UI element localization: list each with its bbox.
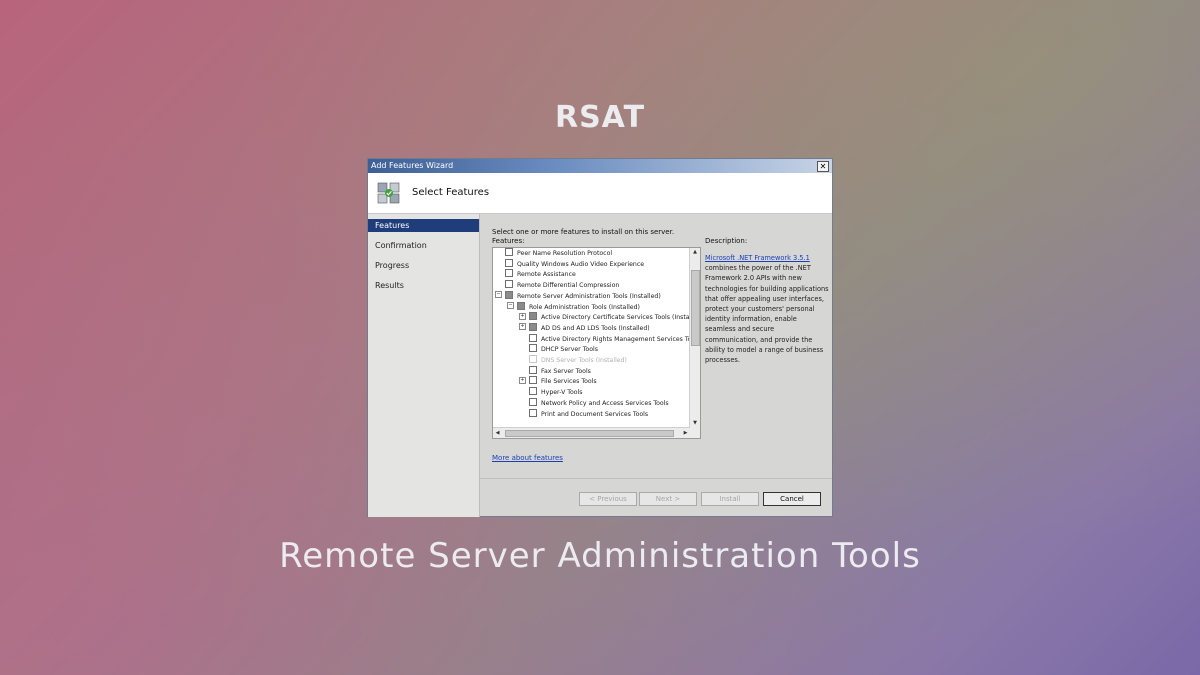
description-text: Microsoft .NET Framework 3.5.1 combines …	[705, 253, 829, 365]
expand-icon[interactable]: +	[519, 323, 526, 331]
feature-label: Remote Differential Compression	[517, 282, 620, 290]
feature-tree-item[interactable]: Active Directory Rights Management Servi…	[519, 333, 701, 345]
features-label: Features:	[492, 237, 525, 245]
feature-checkbox[interactable]	[529, 408, 537, 417]
feature-tree-item[interactable]: DHCP Server Tools	[519, 344, 598, 355]
feature-checkbox[interactable]	[529, 344, 537, 353]
feature-label: Remote Server Administration Tools (Inst…	[517, 292, 661, 300]
description-body: combines the power of the .NET Framework…	[705, 264, 829, 365]
scroll-left-icon[interactable]: ◀	[493, 428, 502, 438]
feature-label: Remote Assistance	[517, 271, 576, 279]
feature-label: File Services Tools	[541, 378, 597, 386]
feature-checkbox[interactable]	[529, 365, 537, 374]
feature-label: Network Policy and Access Services Tools	[541, 399, 669, 407]
feature-label: Print and Document Services Tools	[541, 410, 649, 418]
feature-checkbox[interactable]	[505, 280, 513, 289]
cancel-button[interactable]: Cancel	[763, 492, 821, 506]
feature-checkbox[interactable]	[529, 387, 537, 396]
feature-checkbox[interactable]	[529, 322, 537, 331]
collapse-icon[interactable]: −	[507, 302, 514, 309]
close-button[interactable]: ✕	[817, 161, 829, 172]
footer-divider	[480, 478, 832, 479]
horizontal-scrollbar[interactable]: ◀ ▶	[493, 427, 690, 438]
nav-item-progress[interactable]: Progress	[368, 259, 479, 272]
nav-item-results[interactable]: Results	[368, 279, 479, 292]
feature-label: DNS Server Tools (Installed)	[541, 357, 627, 364]
feature-tree-item[interactable]: DNS Server Tools (Installed)	[519, 355, 627, 366]
feature-tree-item[interactable]: + Active Directory Certificate Services T…	[519, 312, 701, 323]
wizard-content: Select one or more features to install o…	[480, 214, 832, 517]
nav-item-features[interactable]: Features	[368, 219, 479, 232]
feature-tree-item[interactable]: Hyper-V Tools	[519, 387, 583, 398]
feature-checkbox[interactable]	[529, 333, 537, 342]
horizontal-scroll-thumb[interactable]	[505, 430, 674, 437]
feature-tree-item[interactable]: Print and Document Services Tools	[519, 408, 649, 420]
feature-label: AD DS and AD LDS Tools (Installed)	[541, 324, 650, 332]
feature-tree-item[interactable]: Network Policy and Access Services Tools	[519, 397, 669, 409]
page-title: Select Features	[412, 187, 490, 198]
dotnet-framework-link[interactable]: Microsoft .NET Framework 3.5.1	[705, 254, 810, 262]
next-button[interactable]: Next >	[639, 492, 697, 506]
feature-tree-item[interactable]: Quality Windows Audio Video Experience	[495, 258, 645, 270]
feature-checkbox[interactable]	[517, 301, 525, 310]
feature-label: Active Directory Rights Management Servi…	[541, 335, 701, 343]
feature-checkbox[interactable]	[529, 397, 537, 406]
vertical-scrollbar[interactable]: ▲ ▼	[689, 248, 700, 438]
feature-label: Peer Name Resolution Protocol	[517, 250, 613, 257]
more-about-features-link[interactable]: More about features	[492, 454, 563, 462]
previous-button[interactable]: < Previous	[579, 492, 637, 506]
feature-label: Hyper-V Tools	[541, 389, 583, 397]
features-wizard-icon	[377, 182, 400, 204]
feature-label: Quality Windows Audio Video Experience	[517, 260, 645, 268]
feature-checkbox[interactable]	[505, 290, 513, 299]
feature-tree-item[interactable]: − Role Administration Tools (Installed)	[507, 301, 640, 313]
expand-icon[interactable]: +	[519, 376, 526, 384]
instruction-text: Select one or more features to install o…	[492, 228, 675, 236]
feature-tree-item[interactable]: Fax Server Tools	[519, 365, 591, 377]
feature-label: Role Administration Tools (Installed)	[529, 303, 640, 311]
feature-checkbox[interactable]	[529, 312, 537, 321]
feature-checkbox	[529, 355, 537, 363]
feature-tree-item[interactable]: Remote Assistance	[495, 269, 576, 280]
feature-checkbox[interactable]	[529, 376, 537, 385]
feature-label: DHCP Server Tools	[541, 346, 598, 354]
nav-item-confirmation[interactable]: Confirmation	[368, 239, 479, 252]
collapse-icon[interactable]: −	[495, 291, 502, 299]
feature-tree-item[interactable]: Remote Differential Compression	[495, 280, 620, 291]
feature-tree-item[interactable]: Peer Name Resolution Protocol	[495, 248, 613, 259]
rsat-title: RSAT	[554, 100, 646, 135]
install-button[interactable]: Install	[701, 492, 759, 506]
feature-label: Fax Server Tools	[541, 367, 591, 375]
feature-checkbox[interactable]	[505, 258, 513, 267]
feature-checkbox[interactable]	[505, 269, 513, 278]
feature-tree-item[interactable]: + File Services Tools	[519, 376, 597, 387]
scroll-right-icon[interactable]: ▶	[681, 428, 690, 438]
title-bar[interactable]: Add Features Wizard ✕	[368, 159, 832, 173]
wizard-header: Select Features	[368, 173, 832, 214]
wizard-nav: Features Confirmation Progress Results	[368, 214, 480, 517]
scroll-down-icon[interactable]: ▼	[690, 419, 700, 428]
features-tree[interactable]: Print and Document Services Tools Network…	[492, 247, 701, 439]
scroll-up-icon[interactable]: ▲	[690, 248, 700, 257]
vertical-scroll-thumb[interactable]	[691, 270, 700, 346]
expand-icon[interactable]: +	[519, 312, 526, 320]
add-features-wizard-window: Add Features Wizard ✕ Select Features Fe…	[367, 158, 833, 517]
rsat-subtitle: Remote Server Administration Tools	[279, 536, 921, 576]
feature-tree-item[interactable]: + AD DS and AD LDS Tools (Installed)	[519, 322, 650, 334]
feature-tree-item[interactable]: − Remote Server Administration Tools (Ins…	[495, 290, 661, 302]
window-title: Add Features Wizard	[371, 161, 454, 170]
feature-label: Active Directory Certificate Services To…	[541, 314, 701, 322]
description-label: Description:	[705, 237, 748, 245]
feature-checkbox[interactable]	[505, 248, 513, 256]
